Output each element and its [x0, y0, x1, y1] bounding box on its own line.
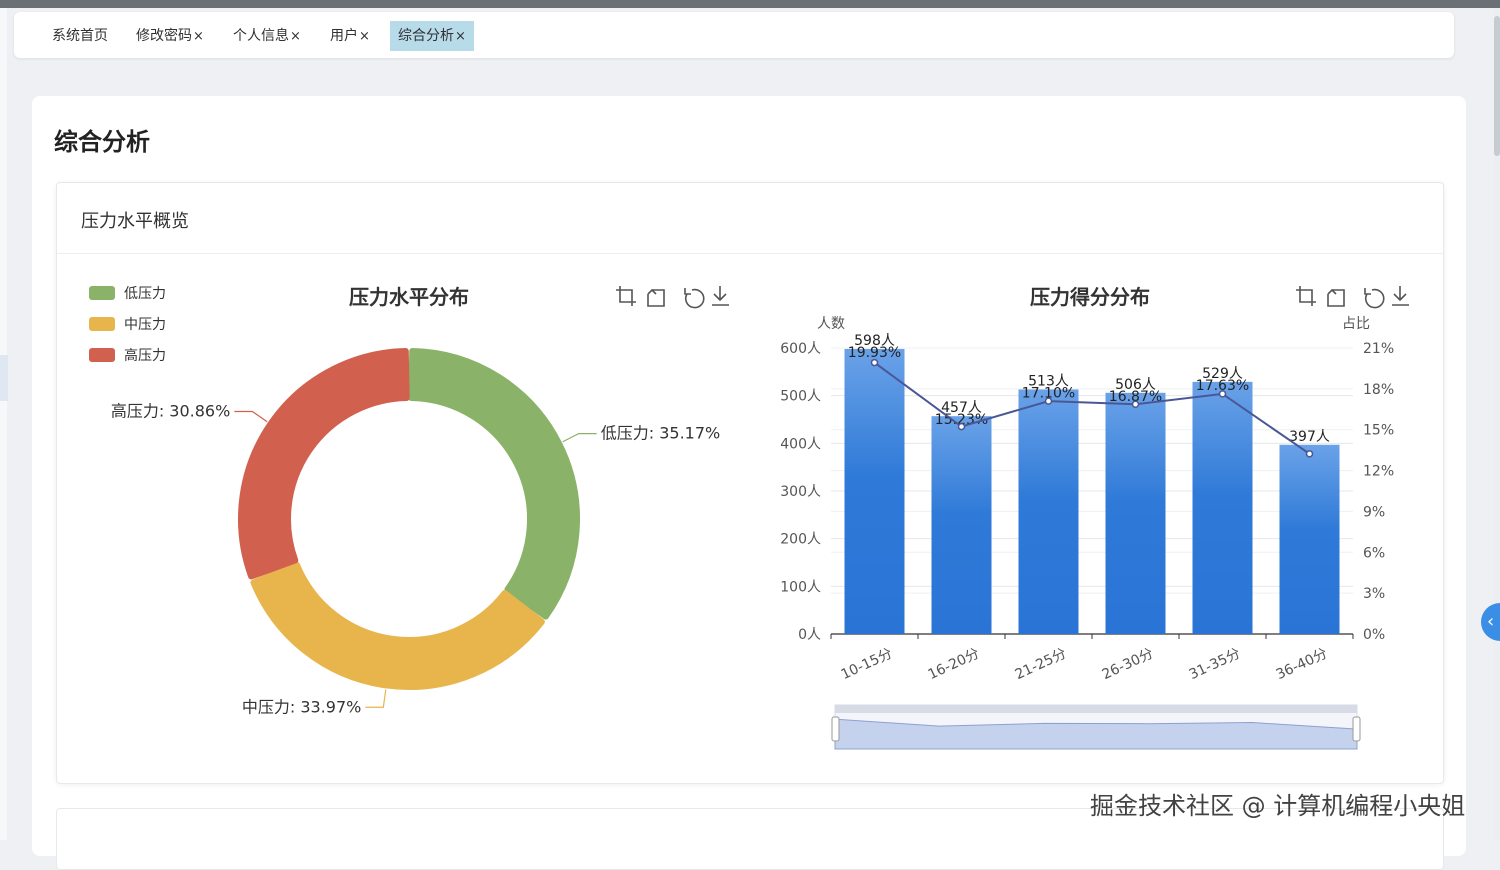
- pie-label-line: [234, 410, 268, 423]
- y2-tick-label: 9%: [1363, 504, 1385, 520]
- y-tick-label: 500人: [780, 389, 821, 405]
- x-tick-label: 21-25分: [1013, 646, 1069, 684]
- x-tick-label: 36-40分: [1274, 646, 1330, 684]
- download-icon[interactable]: [712, 286, 729, 306]
- legend-swatch[interactable]: [89, 286, 115, 300]
- pie-slice-label: 中压力: 33.97%: [242, 697, 362, 716]
- watermark: 掘金技术社区 @ 计算机编程小央姐: [1090, 792, 1466, 820]
- legend-swatch[interactable]: [89, 348, 115, 362]
- y-axis-title: 人数: [817, 316, 845, 332]
- close-icon[interactable]: ×: [359, 29, 370, 44]
- charts-canvas: 压力水平分布 低压力中压力高压力低压力: 35.17% 中压力: 33.97% 高压力…: [89, 285, 1409, 750]
- pie-label-line: [365, 689, 387, 708]
- scrollbar-thumb[interactable]: [1494, 16, 1500, 156]
- line-point[interactable]: [957, 422, 966, 431]
- legend-item-label: 高压力: [124, 347, 166, 364]
- y2-tick-label: 12%: [1363, 464, 1394, 480]
- page-scrollbar[interactable]: [1494, 8, 1500, 840]
- close-icon[interactable]: ×: [193, 29, 204, 44]
- datazoom-handle-left[interactable]: [831, 716, 840, 742]
- line-point[interactable]: [1044, 397, 1053, 405]
- y2-tick-label: 21%: [1363, 341, 1394, 357]
- pie-slice[interactable]: [408, 348, 580, 620]
- tab-label: 修改密码: [136, 28, 192, 44]
- pie-slice-label: 低压力: 35.17%: [601, 424, 721, 443]
- bar[interactable]: [931, 416, 992, 634]
- y-tick-label: 600人: [780, 341, 821, 357]
- tab-label: 用户: [330, 28, 358, 44]
- line-point[interactable]: [1218, 390, 1227, 398]
- line-point[interactable]: [1131, 400, 1140, 408]
- left-edge: [0, 8, 7, 840]
- restore-icon[interactable]: [684, 288, 705, 309]
- close-icon[interactable]: ×: [455, 29, 466, 44]
- bar-data-label: 397人: [1289, 429, 1330, 445]
- zoom-reset-icon[interactable]: [647, 288, 665, 307]
- tab-change-password[interactable]: 修改密码×: [128, 21, 212, 51]
- x-tick-label: 10-15分: [839, 646, 895, 684]
- tab-home[interactable]: 系统首页: [44, 21, 116, 51]
- zoom-reset-icon[interactable]: [1327, 288, 1345, 307]
- stress-overview-card: 压力水平概览 压力水平分布 低压力 中压力 高压力 低压力: 35.17% 中压力: 33…: [56, 182, 1444, 784]
- download-icon[interactable]: [1392, 286, 1409, 306]
- datazoom-top-bar: [835, 705, 1357, 713]
- x-tick-label: 16-20分: [926, 646, 982, 684]
- bar[interactable]: [1192, 381, 1253, 634]
- chart-toolbox: [616, 286, 729, 309]
- tags-view: 系统首页 修改密码× 个人信息× 用户× 综合分析×: [14, 12, 1454, 58]
- legend-item-label: 中压力: [124, 317, 166, 333]
- restore-icon[interactable]: [1364, 288, 1385, 309]
- y2-tick-label: 3%: [1363, 586, 1385, 602]
- y-tick-label: 400人: [780, 436, 821, 452]
- line-point[interactable]: [1305, 450, 1314, 458]
- tab-label: 综合分析: [398, 28, 454, 44]
- main-content: 综合分析 压力水平概览 压力水平分布 低压力 中压力 高压力 低压力: 35.17% 中压…: [32, 96, 1466, 870]
- zoom-icon[interactable]: [1296, 286, 1316, 306]
- x-tick-label: 31-35分: [1187, 646, 1243, 684]
- line-data-label: 19.93%: [848, 345, 901, 361]
- window-top-bar: [0, 0, 1500, 8]
- y2-tick-label: 18%: [1363, 382, 1394, 398]
- bar[interactable]: [1279, 444, 1340, 634]
- chart-toolbox: [1296, 286, 1409, 309]
- page-title: 综合分析: [54, 128, 150, 156]
- y-tick-label: 300人: [780, 484, 821, 500]
- y-tick-label: 0人: [798, 627, 821, 643]
- chevron-left-icon[interactable]: ‹: [1481, 603, 1500, 641]
- bar[interactable]: [844, 348, 905, 634]
- datazoom-handle-right[interactable]: [1352, 716, 1361, 742]
- legend-swatch[interactable]: [89, 317, 115, 331]
- data-zoom-slider[interactable]: [831, 704, 1361, 750]
- bar[interactable]: [1018, 389, 1079, 634]
- bar[interactable]: [1105, 392, 1166, 634]
- pie-label-line: [562, 433, 597, 443]
- x-tick-label: 26-30分: [1100, 646, 1156, 684]
- y-tick-label: 100人: [780, 579, 821, 595]
- tab-users[interactable]: 用户×: [322, 21, 378, 51]
- line-point[interactable]: [870, 358, 879, 367]
- bar-chart-title: 压力得分分布: [1030, 285, 1150, 309]
- y2-axis-title: 占比: [1342, 316, 1370, 332]
- y2-tick-label: 15%: [1363, 423, 1394, 439]
- sidebar-collapse-handle[interactable]: [0, 355, 8, 401]
- y2-tick-label: 6%: [1363, 545, 1385, 561]
- pie-chart-title: 压力水平分布: [349, 285, 469, 309]
- pie-slice-label: 高压力: 30.86%: [111, 402, 231, 421]
- tab-label: 系统首页: [52, 28, 108, 44]
- y-tick-label: 200人: [780, 532, 821, 548]
- pie-slice[interactable]: [250, 561, 545, 690]
- close-icon[interactable]: ×: [290, 29, 301, 44]
- tab-profile[interactable]: 个人信息×: [225, 21, 309, 51]
- legend-item-label: 低压力: [124, 286, 166, 302]
- pie-slice[interactable]: [238, 348, 410, 580]
- tab-label: 个人信息: [233, 28, 289, 44]
- zoom-icon[interactable]: [616, 286, 636, 306]
- y2-tick-label: 0%: [1363, 627, 1385, 643]
- tab-analysis[interactable]: 综合分析×: [390, 21, 474, 51]
